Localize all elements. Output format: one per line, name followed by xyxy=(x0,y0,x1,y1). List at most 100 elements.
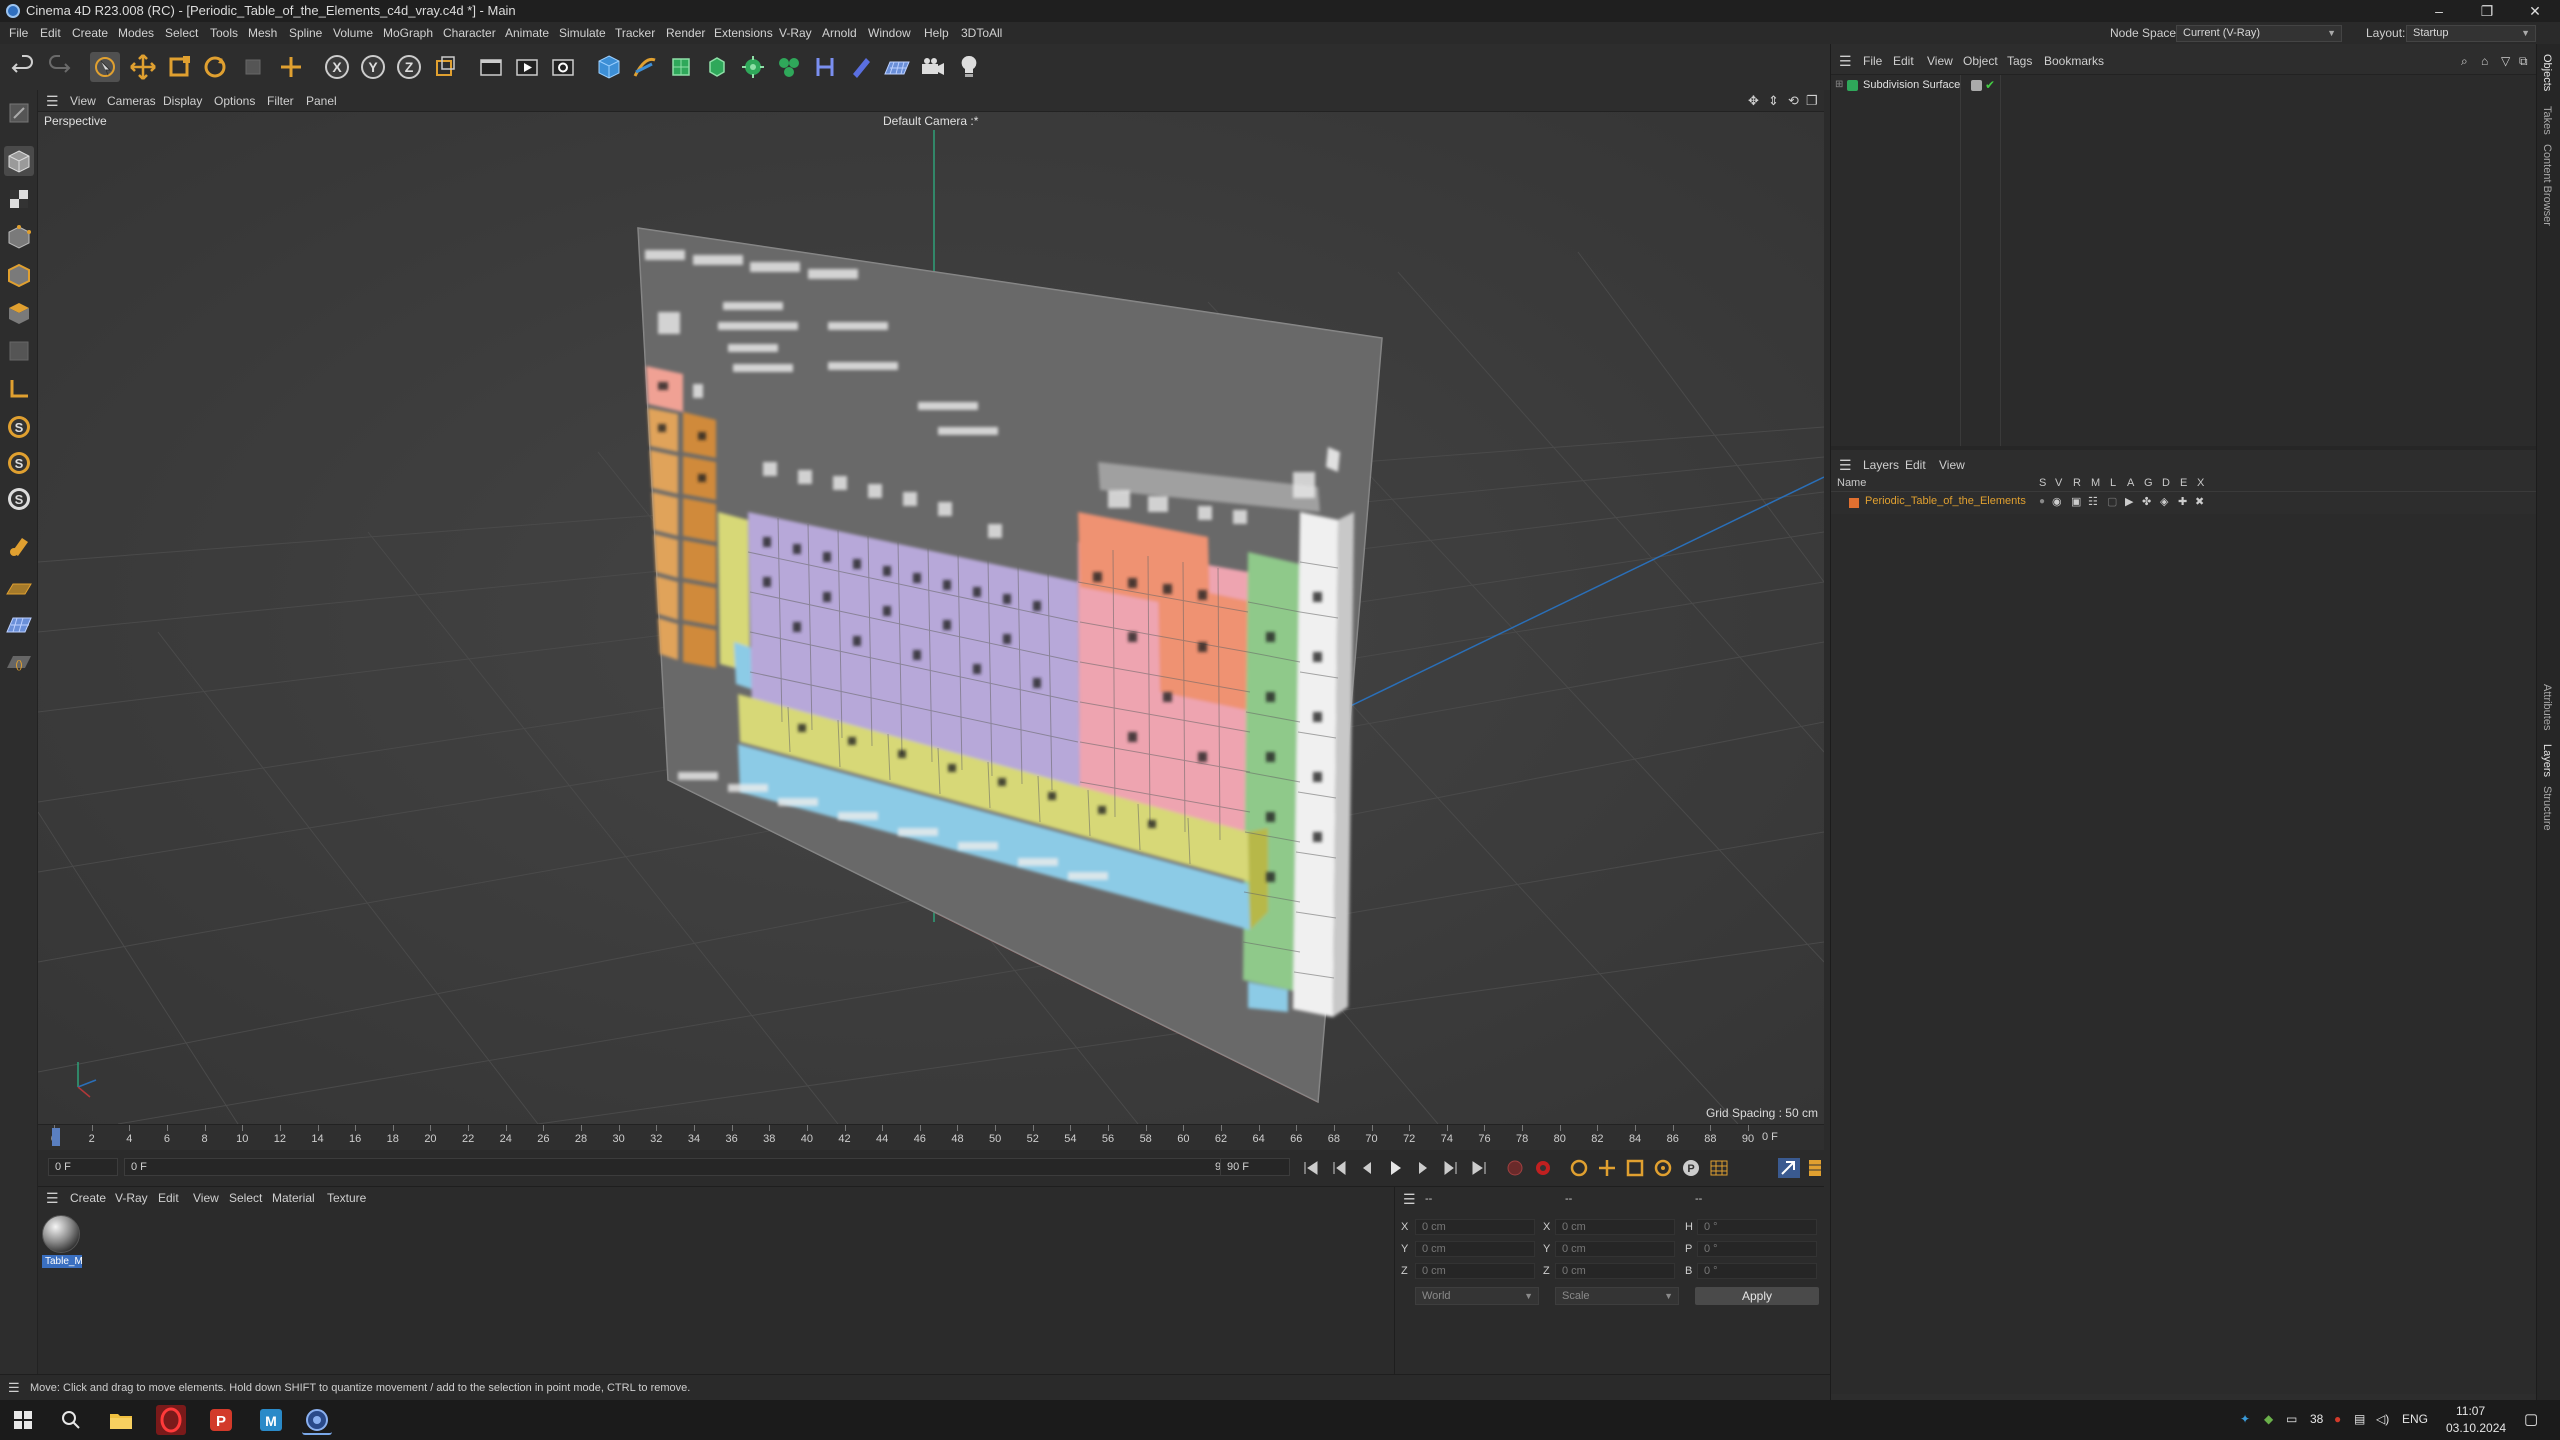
coordinate-space-select[interactable]: World ▼ xyxy=(1415,1287,1539,1305)
undo-icon[interactable] xyxy=(8,52,38,82)
size-z-field[interactable]: 0 cm xyxy=(1555,1263,1675,1279)
object-name[interactable]: Subdivision Surface xyxy=(1863,79,1960,91)
size-x-field[interactable]: 0 cm xyxy=(1555,1219,1675,1235)
menu-simulate[interactable]: Simulate xyxy=(559,22,606,44)
windows-start-icon[interactable] xyxy=(8,1405,38,1435)
hamburger-icon[interactable]: ☰ xyxy=(46,1187,59,1209)
viewport-menu-options[interactable]: Options xyxy=(214,90,255,112)
deformer-icon[interactable] xyxy=(810,52,840,82)
object-menu-tags[interactable]: Tags xyxy=(2007,50,2032,72)
expression-icon[interactable]: ✚ xyxy=(2178,495,2187,508)
notifications-icon[interactable]: ▢ xyxy=(2524,1410,2538,1428)
model-mode-icon[interactable] xyxy=(4,146,34,176)
viewport-menu-cameras[interactable]: Cameras xyxy=(107,90,156,112)
record-active-icon[interactable] xyxy=(1504,1158,1526,1178)
pos-z-field[interactable]: 0 cm xyxy=(1415,1263,1535,1279)
layer-name[interactable]: Periodic_Table_of_the_Elements xyxy=(1865,495,2026,507)
render-settings-icon[interactable] xyxy=(548,52,578,82)
minimize-button[interactable]: – xyxy=(2416,0,2462,22)
layer-menu-view[interactable]: View xyxy=(1939,454,1965,476)
menu-extensions[interactable]: Extensions xyxy=(714,22,773,44)
solo-icon[interactable]: ● xyxy=(2039,496,2045,507)
quantize-icon[interactable] xyxy=(4,610,34,640)
node-space-dropdown[interactable]: Current (V-Ray) ▼ xyxy=(2176,25,2342,42)
menu-mograph[interactable]: MoGraph xyxy=(383,22,433,44)
uv-mode-icon[interactable] xyxy=(4,336,34,366)
next-key-icon[interactable] xyxy=(1440,1158,1462,1178)
play-icon[interactable] xyxy=(1384,1158,1406,1178)
material-swatch[interactable]: Table_M xyxy=(42,1215,83,1273)
viewport-menu-display[interactable]: Display xyxy=(163,90,202,112)
tab-layers[interactable]: Layers xyxy=(2541,744,2553,777)
material-menu-select[interactable]: Select xyxy=(229,1187,262,1209)
previous-frame-icon[interactable] xyxy=(1356,1158,1378,1178)
layer-color-swatch[interactable] xyxy=(1849,498,1859,508)
menu-create[interactable]: Create xyxy=(72,22,108,44)
light-icon[interactable] xyxy=(954,52,984,82)
pan-view-icon[interactable]: ✥ xyxy=(1748,90,1759,112)
scale-key-icon[interactable] xyxy=(1624,1158,1646,1178)
position-key-icon[interactable] xyxy=(1596,1158,1618,1178)
previous-key-icon[interactable] xyxy=(1328,1158,1350,1178)
enabled-check-icon[interactable]: ✔ xyxy=(1985,78,1995,92)
menu-file[interactable]: File xyxy=(9,22,28,44)
layer-col-expressions[interactable]: E xyxy=(2180,477,2187,489)
object-menu-bookmarks[interactable]: Bookmarks xyxy=(2044,50,2104,72)
clock-date[interactable]: 03.10.2024 xyxy=(2446,1421,2506,1435)
home-icon[interactable]: ⌂ xyxy=(2481,50,2488,72)
x-axis-icon[interactable]: X xyxy=(322,52,352,82)
zoom-view-icon[interactable]: ⇕ xyxy=(1768,90,1779,112)
render-view-icon[interactable] xyxy=(512,52,542,82)
viewport-3d[interactable]: Perspective Default Camera :* Grid Spaci… xyxy=(38,112,1824,1124)
deformer-icon[interactable]: ◈ xyxy=(2160,495,2168,508)
menu-help[interactable]: Help xyxy=(924,22,949,44)
menu-mesh[interactable]: Mesh xyxy=(248,22,277,44)
rot-h-field[interactable]: 0 ° xyxy=(1697,1219,1817,1235)
make-editable-icon[interactable] xyxy=(4,98,34,128)
viewport-menu-view[interactable]: View xyxy=(70,90,96,112)
object-menu-object[interactable]: Object xyxy=(1963,50,1998,72)
y-axis-icon[interactable]: Y xyxy=(358,52,388,82)
texture-mode-icon[interactable] xyxy=(4,184,34,214)
scale-icon[interactable] xyxy=(164,52,194,82)
apply-button[interactable]: Apply xyxy=(1695,1287,1819,1305)
viewport-menu-filter[interactable]: Filter xyxy=(267,90,294,112)
menu-arnold[interactable]: Arnold xyxy=(822,22,857,44)
layer-menu-layers[interactable]: Layers xyxy=(1863,454,1899,476)
close-button[interactable]: ✕ xyxy=(2512,0,2558,22)
menu-select[interactable]: Select xyxy=(165,22,198,44)
cube-icon[interactable] xyxy=(594,52,624,82)
coordinate-system-icon[interactable] xyxy=(430,52,460,82)
wps-presentation-icon[interactable]: P xyxy=(206,1405,236,1435)
size-y-field[interactable]: 0 cm xyxy=(1555,1241,1675,1257)
search-icon[interactable] xyxy=(56,1405,86,1435)
tab-attributes[interactable]: Attributes xyxy=(2541,684,2553,730)
snap-icon[interactable]: S xyxy=(4,412,34,442)
bluetooth-icon[interactable]: ✦ xyxy=(2240,1412,2250,1426)
layer-col-name[interactable]: Name xyxy=(1837,477,1866,489)
autokey-icon[interactable] xyxy=(1532,1158,1554,1178)
live-selection-icon[interactable] xyxy=(90,52,120,82)
timeline-window-icon[interactable] xyxy=(1778,1158,1800,1178)
soft-selection-icon[interactable]: S xyxy=(4,448,34,478)
end-frame-field[interactable]: 90 F xyxy=(1220,1158,1290,1176)
camera-icon[interactable] xyxy=(918,52,948,82)
layer-menu-edit[interactable]: Edit xyxy=(1905,454,1926,476)
wps-tray-icon[interactable]: ● xyxy=(2334,1412,2341,1426)
tab-takes[interactable]: Takes xyxy=(2541,106,2553,135)
extrude-icon[interactable] xyxy=(702,52,732,82)
tab-objects[interactable]: Objects xyxy=(2541,54,2553,91)
material-menu-edit[interactable]: Edit xyxy=(158,1187,179,1209)
layer-col-manager[interactable]: M xyxy=(2091,477,2100,489)
paint-icon[interactable] xyxy=(4,530,34,560)
goto-end-icon[interactable] xyxy=(1468,1158,1490,1178)
pos-y-field[interactable]: 0 cm xyxy=(1415,1241,1535,1257)
render-region-icon[interactable] xyxy=(476,52,506,82)
parameter-key-icon[interactable]: P xyxy=(1680,1158,1702,1178)
nvidia-icon[interactable]: ◆ xyxy=(2264,1412,2273,1426)
edges-mode-icon[interactable] xyxy=(4,260,34,290)
expand-icon[interactable]: ⊞ xyxy=(1835,79,1843,90)
display-icon[interactable]: ▭ xyxy=(2286,1412,2297,1426)
rotate-icon[interactable] xyxy=(200,52,230,82)
layer-col-view[interactable]: V xyxy=(2055,477,2062,489)
